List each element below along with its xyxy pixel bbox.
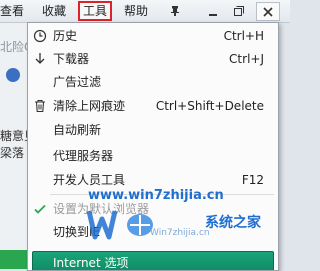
proxy-label: 代理服务器 (53, 149, 114, 163)
menu-tools[interactable]: 工具 (78, 1, 113, 21)
menu-item-proxy[interactable]: 代理服务器 (28, 145, 278, 167)
watermark-url: www.win7zhijia.cn (88, 188, 224, 203)
restore-icon[interactable] (228, 2, 250, 19)
menu-view[interactable]: 查看 (0, 3, 24, 19)
watermark-sub: Win7zhijia.cn (150, 228, 210, 238)
menu-item-auto-refresh[interactable]: 自动刷新 (28, 119, 278, 141)
ad-filter-label: 广告过滤 (53, 75, 102, 89)
trash-icon (32, 98, 48, 114)
menu-help[interactable]: 帮助 (124, 3, 148, 19)
menu-favorites[interactable]: 收藏 (42, 3, 66, 19)
checkmark-icon (32, 201, 48, 217)
clear-traces-label: 清除上网痕迹 (53, 99, 126, 113)
dev-tools-shortcut: F12 (241, 173, 264, 187)
pin-icon[interactable] (164, 2, 186, 19)
watermark-brand: 系统之家 (205, 215, 261, 231)
watermark-logo (86, 210, 153, 240)
menu-item-ad-filter[interactable]: 广告过滤 (28, 71, 278, 93)
menu-item-downloader[interactable]: 下载器 Ctrl+J (28, 48, 278, 70)
page-text-3: 梁落 (0, 146, 25, 160)
downloader-shortcut: Ctrl+J (229, 52, 264, 66)
minimize-icon[interactable] (202, 2, 224, 19)
close-icon[interactable] (256, 2, 280, 21)
page-green-block (0, 250, 27, 269)
menu-item-internet-options[interactable]: Internet 选项 (32, 251, 274, 270)
menu-item-history[interactable]: 历史 Ctrl+H (28, 25, 278, 47)
history-shortcut: Ctrl+H (223, 29, 264, 43)
history-label: 历史 (53, 29, 78, 43)
auto-refresh-label: 自动刷新 (53, 123, 102, 137)
download-arrow-icon (32, 51, 48, 67)
menu-bar: 查看 收藏 工具 帮助 (0, 0, 290, 23)
downloader-label: 下载器 (53, 52, 90, 66)
internet-options-label: Internet 选项 (53, 256, 129, 270)
menu-item-clear-traces[interactable]: 清除上网痕迹 Ctrl+Shift+Delete (28, 95, 278, 117)
clock-icon (32, 28, 48, 44)
page-favicon (6, 68, 20, 82)
clear-traces-shortcut: Ctrl+Shift+Delete (155, 99, 264, 113)
